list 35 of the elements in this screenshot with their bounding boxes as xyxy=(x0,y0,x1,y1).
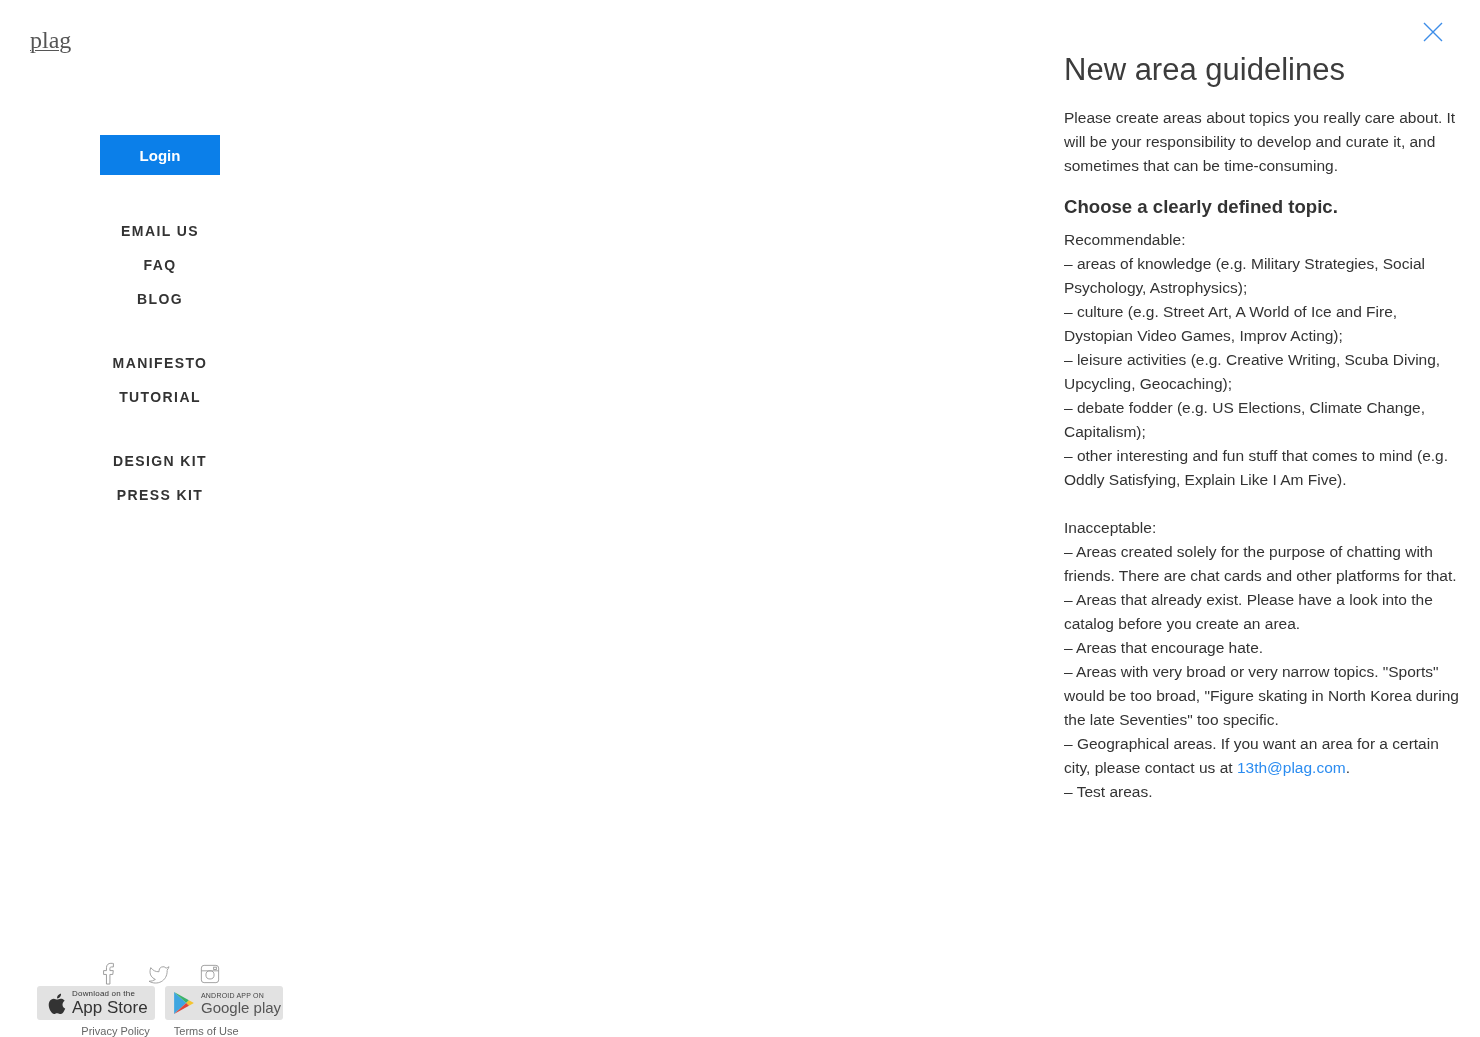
facebook-icon[interactable] xyxy=(100,961,115,985)
email-link[interactable]: 13th@plag.com xyxy=(1236,759,1346,776)
nav-link[interactable]: DESIGN KIT xyxy=(112,444,208,478)
panel-title: New area guidelines xyxy=(1064,51,1346,89)
list-label: Recommendable: xyxy=(1064,230,1187,250)
logo-link[interactable]: plag xyxy=(30,27,72,53)
nav-link[interactable]: FAQ xyxy=(143,248,177,282)
login-button[interactable]: Login xyxy=(100,135,220,175)
footer-link[interactable]: Privacy Policy xyxy=(81,1025,150,1037)
guideline-item: – Areas created solely for the purpose of chatting with friends. There are chat cards and other platforms for that. xyxy=(1064,542,1458,586)
section-heading: Choose a clearly defined topic. xyxy=(1064,195,1339,219)
guideline-item: – other interesting and fun stuff that comes to mind (e.g. Oddly Satisfying, Explain Like I Am Five). xyxy=(1064,446,1449,490)
store-badge[interactable]: Download on the App Store xyxy=(37,986,155,1020)
nav-link[interactable]: TUTORIAL xyxy=(119,380,201,414)
intro-paragraph: Please create areas about topics you really care about. It will be your responsibility to develop and curate it, and sometimes that can be time-consuming. xyxy=(1064,108,1457,176)
guideline-item: – culture (e.g. Street Art, A World of Ice and Fire, Dystopian Video Games, Improv Acting); xyxy=(1064,302,1399,346)
camera-icon[interactable] xyxy=(199,964,220,984)
guideline-item: – Areas that already exist. Please have a look into the catalog before you create an area. xyxy=(1064,590,1434,634)
nav-link[interactable]: EMAIL US xyxy=(121,214,199,248)
guideline-item: – Areas that encourage hate. xyxy=(1064,638,1265,658)
bird-icon[interactable] xyxy=(147,964,170,984)
footer-link[interactable]: Terms of Use xyxy=(173,1025,239,1037)
guideline-item: – Geographical areas. If you want an area for a certain city, please contact us at 13th@plag.com. xyxy=(1064,734,1440,778)
close-icon[interactable] xyxy=(1423,22,1443,42)
guideline-item: – leisure activities (e.g. Creative Writing, Scuba Diving, Upcycling, Geocaching); xyxy=(1064,350,1442,394)
play-triangle-icon xyxy=(174,992,194,1014)
guideline-item: – areas of knowledge (e.g. Military Strategies, Social Psychology, Astrophysics); xyxy=(1064,254,1426,298)
nav-link[interactable]: PRESS KIT xyxy=(116,478,204,512)
nav-link[interactable]: BLOG xyxy=(136,282,183,316)
apple-icon xyxy=(46,991,66,1015)
guideline-item: – debate fodder (e.g. US Elections, Climate Change, Capitalism); xyxy=(1064,398,1426,442)
guideline-item: – Test areas. xyxy=(1064,782,1154,802)
nav-link[interactable]: MANIFESTO xyxy=(112,346,208,380)
list-label: Inacceptable: xyxy=(1064,518,1158,538)
guideline-item: – Areas with very broad or very narrow topics. "Sports" would be too broad, "Figure skating in North Korea during the late Seventies" too specific. xyxy=(1064,662,1460,730)
